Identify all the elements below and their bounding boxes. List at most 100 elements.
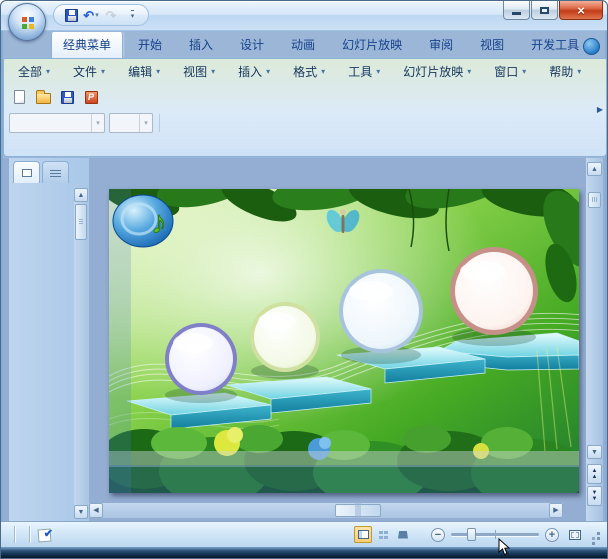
scroll-down-button[interactable]: ▼ — [587, 445, 602, 459]
menu-item[interactable]: 编辑 — [128, 63, 160, 80]
ribbon-tab[interactable]: 动画 — [279, 32, 327, 58]
scroll-left-button[interactable]: ◀ — [89, 503, 103, 518]
fit-slide-icon — [568, 529, 581, 540]
ribbon-tab[interactable]: 设计 — [228, 32, 276, 58]
redo-button[interactable]: ↷ — [102, 6, 120, 24]
outline-icon — [50, 168, 61, 177]
new-document-button[interactable] — [8, 87, 30, 108]
bottom-band-graphic — [109, 451, 579, 467]
topic-circle-3[interactable] — [339, 269, 423, 364]
music-note-icon: ♪ — [112, 194, 174, 248]
menu-item[interactable]: 幻灯片放映 — [403, 63, 471, 80]
scroll-up-button[interactable]: ▲ — [74, 188, 88, 202]
office-logo-icon — [22, 17, 27, 22]
office-button[interactable] — [8, 3, 46, 41]
ribbon-tab[interactable]: 经典菜单 — [51, 32, 124, 58]
chevron-down-icon: ▾ — [91, 114, 104, 132]
save-button[interactable] — [56, 87, 78, 108]
panel-tabs — [9, 158, 89, 184]
ribbon-tab[interactable]: 幻灯片放映 — [330, 32, 414, 58]
spelling-status-button[interactable] — [37, 527, 53, 542]
slide-canvas[interactable]: ♪ — [109, 189, 579, 493]
zoom-in-button[interactable]: + — [545, 527, 559, 542]
scroll-right-button[interactable]: ▶ — [549, 503, 563, 518]
menu-item[interactable]: 文件 — [73, 63, 105, 80]
menu-item[interactable]: 插入 — [238, 63, 270, 80]
menu-item[interactable]: 帮助 — [549, 63, 581, 80]
slide-editing-area: ♪ ◀ ▶ — [89, 158, 585, 521]
help-button[interactable] — [583, 38, 600, 55]
topic-circle-4[interactable] — [450, 247, 538, 346]
ribbon-tab[interactable]: 开始 — [126, 32, 174, 58]
zoom-slider[interactable] — [451, 528, 539, 541]
bottom-tint-graphic — [109, 465, 579, 493]
minimize-icon — [512, 11, 521, 15]
topic-circle-1[interactable] — [165, 323, 237, 403]
normal-view-button[interactable] — [354, 526, 372, 543]
slides-panel: ▲ ▼ — [9, 158, 89, 521]
panel-scrollbar[interactable]: ▲ ▼ — [74, 188, 88, 519]
window-controls: × — [502, 1, 603, 20]
resize-grip[interactable] — [588, 528, 601, 541]
customize-quick-access-button[interactable]: ▾ — [122, 6, 140, 24]
ribbon-tab[interactable]: 开发工具 — [519, 32, 583, 58]
normal-view-icon — [357, 530, 369, 539]
ribbon-tab[interactable]: 视图 — [468, 32, 516, 58]
scroll-up-button[interactable]: ▲ — [587, 162, 602, 176]
save-button[interactable] — [62, 6, 80, 24]
chevron-down-icon: ▾ — [139, 114, 152, 132]
close-button[interactable]: × — [559, 1, 603, 20]
ribbon-panel: 全部 文件 编辑 视图 插入 格式 工具 幻灯片放映 窗口 帮助 ▾ ▾ ▶ — [3, 58, 607, 157]
previous-slide-button[interactable]: ▲ ▲ — [587, 464, 602, 484]
status-bar: − + — [1, 521, 607, 547]
restore-icon — [540, 6, 549, 14]
slide-icon — [21, 168, 32, 177]
workspace: ▲ ▼ ♪ ◀ ▶ ▲ ▼ ▲ ▲ ▼ ▼ — [3, 158, 605, 521]
ribbon-tab[interactable]: 插入 — [177, 32, 225, 58]
ribbon-tab[interactable]: 审阅 — [417, 32, 465, 58]
menu-item[interactable]: 全部 — [18, 63, 50, 80]
undo-button[interactable]: ↶ ▾ — [82, 6, 100, 24]
scrollbar-thumb[interactable] — [335, 504, 381, 517]
font-name-combo[interactable]: ▾ — [9, 113, 105, 133]
toolbar-overflow-button[interactable]: ▶ — [597, 105, 603, 114]
restore-button[interactable] — [531, 1, 558, 20]
horizontal-scrollbar[interactable]: ◀ ▶ — [89, 503, 563, 518]
font-size-combo[interactable]: ▾ — [109, 113, 153, 133]
menu-item[interactable]: 工具 — [348, 63, 380, 80]
slide-show-icon — [398, 530, 408, 539]
outline-tab[interactable] — [42, 161, 69, 183]
minimize-button[interactable] — [503, 1, 530, 20]
scrollbar-thumb[interactable] — [588, 192, 601, 208]
toolbar-row-2: ▾ ▾ — [4, 110, 606, 136]
zoom-out-button[interactable]: − — [431, 527, 445, 542]
scroll-down-button[interactable]: ▼ — [74, 505, 88, 519]
slide-sorter-icon — [378, 530, 388, 539]
menu-item[interactable]: 格式 — [293, 63, 325, 80]
next-slide-button[interactable]: ▼ ▼ — [587, 486, 602, 506]
powerpoint-window: ↶▾ ↷ ▾ × 经典菜单开始插入设计动画幻灯片放映审阅视图开发工具 全部文件编… — [0, 0, 608, 559]
divider — [29, 526, 30, 543]
classic-menu-bar: 全部 文件 编辑 视图 插入 格式 工具 幻灯片放映 窗口 帮助 — [4, 59, 606, 84]
chevron-down-icon: ▾ — [130, 10, 135, 20]
redo-icon: ↷ — [105, 7, 117, 23]
undo-icon: ↶ — [83, 7, 95, 23]
ribbon-tab-row: 经典菜单 开始 插入 设计 动画 幻灯片放映 审阅 视图 开发工具 — [51, 32, 583, 58]
menu-item[interactable]: 窗口 — [494, 63, 526, 80]
open-button[interactable] — [32, 87, 54, 108]
title-bar: ↶ ▾ ↷ ▾ × — [1, 1, 607, 31]
close-icon: × — [577, 2, 585, 18]
thumbnail-list — [9, 186, 73, 521]
slides-tab[interactable] — [13, 161, 40, 183]
slide-show-button[interactable] — [394, 526, 412, 543]
group-separator — [156, 113, 163, 133]
menu-item[interactable]: 视图 — [183, 63, 215, 80]
topic-circle-2[interactable] — [250, 302, 320, 379]
slide-sorter-button[interactable] — [374, 526, 392, 543]
toolbar-row-1 — [4, 84, 606, 110]
fit-slide-button[interactable] — [565, 526, 584, 543]
zoom-slider-thumb[interactable] — [467, 528, 476, 541]
ppt-export-button[interactable] — [80, 87, 102, 108]
scrollbar-thumb[interactable] — [75, 204, 87, 240]
vertical-scrollbar[interactable]: ▲ ▼ ▲ ▲ ▼ ▼ — [586, 158, 603, 521]
